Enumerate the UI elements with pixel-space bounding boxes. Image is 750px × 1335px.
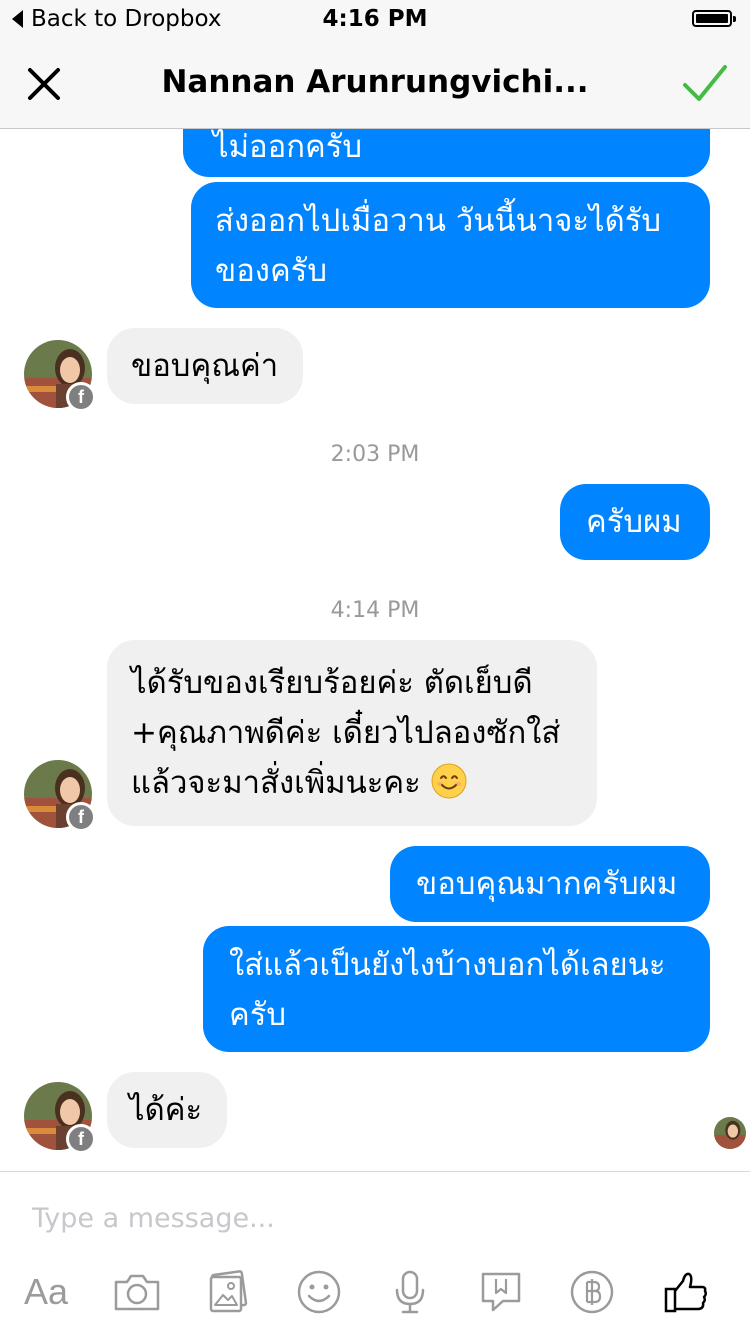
- emoji-button[interactable]: [289, 1262, 349, 1322]
- camera-button[interactable]: [107, 1262, 167, 1322]
- message-bubble-outgoing[interactable]: ไม่ออกครับ: [183, 129, 710, 177]
- message-input[interactable]: [32, 1196, 632, 1240]
- message-bubble-outgoing[interactable]: ใส่แล้วเป็นยังไงบ้างบอกได้เลยนะ ครับ: [203, 926, 710, 1052]
- close-button[interactable]: [24, 64, 64, 104]
- like-icon: [664, 1272, 708, 1313]
- smiling-face-icon: [431, 763, 467, 799]
- timestamp: 4:14 PM: [330, 598, 420, 623]
- message-thread[interactable]: ไม่ออกครับ ส่งออกไปเมื่อวาน วันนี้นาจะได…: [0, 129, 750, 1171]
- gallery-icon: [209, 1270, 248, 1313]
- message-text: ใส่แล้วเป็นยังไงบ้างบอกได้เลยนะ ครับ: [229, 947, 666, 1033]
- message-bubble-outgoing[interactable]: ส่งออกไปเมื่อวาน วันนี้นาจะได้รับ ของครั…: [191, 182, 710, 308]
- payment-button[interactable]: [562, 1262, 622, 1322]
- emoji-icon: [297, 1270, 341, 1314]
- facebook-icon: f: [66, 1124, 96, 1154]
- battery-icon: [692, 10, 736, 27]
- sticker-icon: [481, 1272, 521, 1312]
- checkmark-icon: [683, 65, 727, 101]
- payment-baht-icon: [570, 1270, 614, 1314]
- message-text: ไม่ออกครับ: [213, 129, 363, 165]
- status-time: 4:16 PM: [322, 6, 428, 32]
- text-format-button[interactable]: Aa: [16, 1262, 76, 1322]
- status-bar: Back to Dropbox 4:16 PM: [0, 0, 750, 40]
- nav-bar: Nannan Arunrungvichi...: [0, 40, 750, 129]
- message-text: ได้ค่ะ: [129, 1092, 203, 1128]
- composer-toolbar: Aa: [0, 1262, 750, 1322]
- facebook-icon: f: [66, 802, 96, 832]
- message-text: ครับผม: [586, 504, 682, 540]
- conversation-title: Nannan Arunrungvichi...: [161, 64, 589, 100]
- voice-button[interactable]: [380, 1262, 440, 1322]
- message-bubble-incoming[interactable]: ขอบคุณค่า: [107, 328, 303, 404]
- microphone-icon: [395, 1270, 425, 1314]
- timestamp: 2:03 PM: [330, 442, 420, 467]
- like-button[interactable]: [656, 1262, 716, 1322]
- sticker-button[interactable]: [471, 1262, 531, 1322]
- camera-icon: [114, 1274, 160, 1311]
- close-icon: [28, 68, 60, 100]
- message-text: ขอบคุณมากครับผม: [416, 866, 678, 902]
- message-text: ส่งออกไปเมื่อวาน วันนี้นาจะได้รับ ของครั…: [215, 203, 662, 289]
- message-text: ขอบคุณค่า: [131, 348, 279, 384]
- facebook-icon: f: [66, 382, 96, 412]
- message-bubble-outgoing[interactable]: ครับผม: [560, 484, 710, 560]
- composer: Aa: [0, 1171, 750, 1335]
- message-text: ได้รับของเรียบร้อยค่ะ ตัดเย็บดี +คุณภาพด…: [131, 665, 561, 801]
- message-bubble-incoming[interactable]: ได้ค่ะ: [107, 1072, 227, 1148]
- seen-indicator-avatar: [714, 1117, 746, 1149]
- message-bubble-incoming[interactable]: ได้รับของเรียบร้อยค่ะ ตัดเย็บดี +คุณภาพด…: [107, 640, 597, 826]
- done-button[interactable]: [682, 62, 728, 106]
- message-bubble-outgoing[interactable]: ขอบคุณมากครับผม: [390, 846, 710, 922]
- gallery-button[interactable]: [198, 1262, 258, 1322]
